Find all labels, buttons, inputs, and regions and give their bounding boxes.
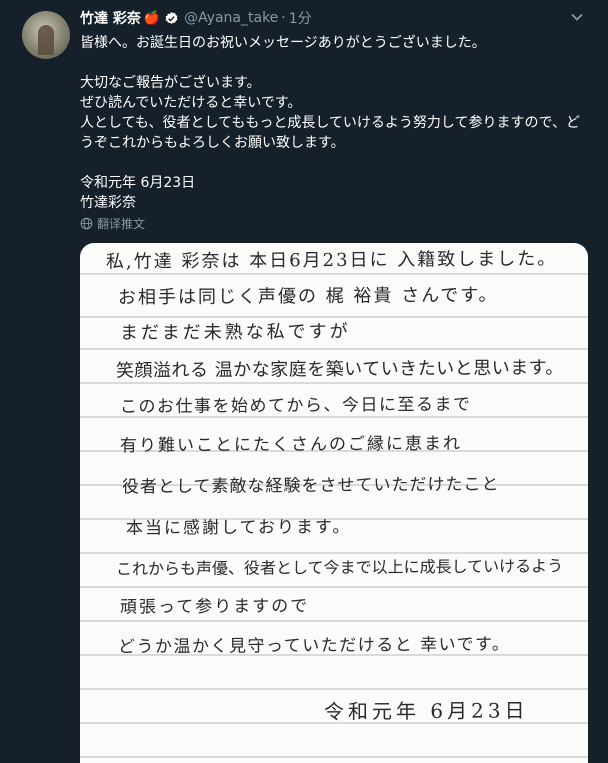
letter-line: 本当に感謝しております。: [125, 517, 352, 539]
letter-line: まだまだ未熟な私ですが: [119, 321, 351, 344]
translate-label: 翻译推文: [97, 217, 146, 231]
tweet-text: 皆様へ。お誕生日のお祝いメッセージありがとうございました。 大切なご報告がござい…: [80, 33, 590, 213]
letter-line: どうか温かく見守っていただけると 幸いです。: [117, 634, 511, 658]
tweet-line: うぞこれからもよろしくお願い致します。: [80, 135, 345, 151]
letter-line: 私,竹達 彩奈は 本日6月23日に 入籍致しました。: [105, 248, 558, 273]
letter-line: 頑張って参りますので: [119, 596, 310, 618]
translate-tweet-link[interactable]: 翻译推文: [80, 215, 145, 232]
letter-line: 役者として素敵な経験をさせていただけたこと: [121, 474, 500, 498]
tweet-line: 人としても、役者としてももっと成長していけるよう努力して参りますので、ど: [80, 115, 580, 131]
verified-badge-icon: [165, 11, 178, 24]
letter-line: これからも声優、役者として今まで以上に成長していけるよう: [115, 556, 564, 579]
tweet-line: 皆様へ。お誕生日のお祝いメッセージありがとうございました。: [80, 35, 486, 51]
tweet-line: 令和元年 6月23日: [80, 175, 196, 191]
letter-line: お相手は同じく声優の 梶 裕貴 さんです。: [117, 284, 499, 309]
tweet-line: 竹達彩奈: [80, 195, 136, 211]
timestamp[interactable]: 1分: [289, 8, 312, 28]
tweet-image[interactable]: 私,竹達 彩奈は 本日6月23日に 入籍致しました。 お相手は同じく声優の 梶 …: [80, 243, 588, 763]
tweet-line: ぜひ読んでいただけると幸いです。: [80, 95, 302, 111]
tweet-line: 大切なご報告がございます。: [80, 75, 261, 91]
handle[interactable]: @Ayana_take: [184, 10, 278, 26]
chevron-down-icon[interactable]: [566, 6, 588, 28]
letter-line: 笑顔溢れる 温かな家庭を築いていきたいと思います。: [115, 357, 564, 382]
apple-emoji: 🍎: [143, 10, 161, 26]
display-name[interactable]: 竹達 彩奈: [80, 8, 141, 28]
letter-line: このお仕事を始めてから、今日に至るまで: [119, 394, 472, 418]
avatar[interactable]: [22, 11, 70, 59]
separator-dot: ·: [281, 10, 286, 26]
globe-icon: [80, 217, 93, 230]
letter-line: 有り難いことにたくさんのご縁に恵まれ: [119, 433, 463, 457]
letter-date: 令和元年 6月23日: [323, 698, 529, 724]
tweet-header: 竹達 彩奈 🍎 @Ayana_take · 1分: [80, 8, 312, 28]
